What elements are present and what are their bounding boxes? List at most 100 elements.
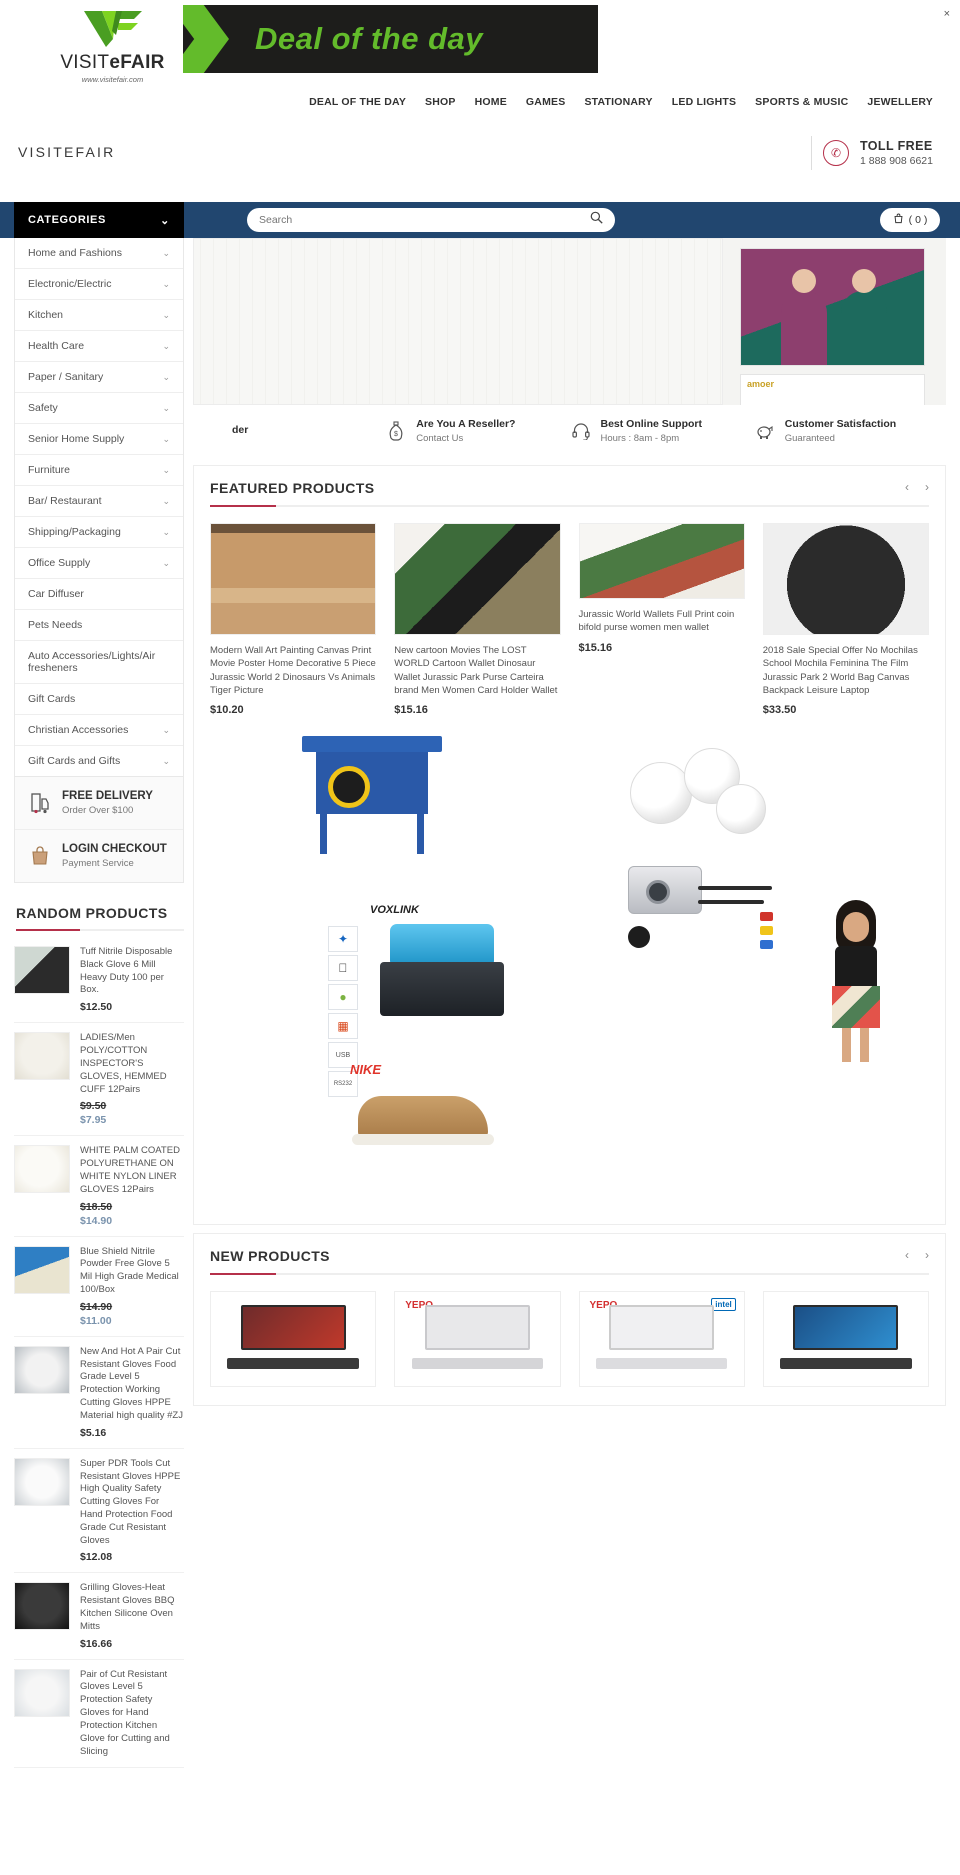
nav-item-led-lights[interactable]: LED LIGHTS [672,92,736,110]
carousel-prev-button[interactable]: ‹ [905,480,909,494]
paper-rolls-image[interactable] [630,740,770,846]
truck-icon [201,419,223,443]
carousel-next-button[interactable]: › [925,480,929,494]
chevron-down-icon[interactable]: ⌄ [162,558,170,569]
sidebar-item-furniture[interactable]: Furniture ⌄ [15,455,183,486]
hero-tile-uniforms[interactable] [740,248,925,366]
close-icon[interactable]: × [944,8,950,20]
promo-login-checkout[interactable]: LOGIN CHECKOUT Payment Service [15,830,183,882]
nav-link[interactable]: STATIONARY [584,96,652,108]
shoe-sole [352,1134,494,1146]
carousel-next-button[interactable]: › [925,1248,929,1262]
product-card[interactable]: 2018 Sale Special Offer No Mochilas Scho… [762,523,929,716]
chevron-down-icon[interactable]: ⌄ [162,403,170,414]
list-item[interactable]: LADIES/Men POLY/COTTON INSPECTOR'S GLOVE… [14,1023,184,1137]
category-label: Bar/ Restaurant [28,495,102,507]
chevron-down-icon[interactable]: ⌄ [162,279,170,290]
nav-item-stationary[interactable]: STATIONARY [584,92,652,110]
sidebar-item-gift-cards-and-gifts[interactable]: Gift Cards and Gifts ⌄ [15,746,183,776]
nav-link[interactable]: LED LIGHTS [672,96,736,108]
category-label: Furniture [28,464,71,476]
list-item[interactable]: Tuff Nitrile Disposable Black Glove 6 Mi… [14,937,184,1024]
product-card[interactable]: Jurassic World Wallets Full Print coin b… [578,523,745,716]
search-icon[interactable] [590,211,603,229]
product-title: Modern Wall Art Painting Canvas Print Mo… [210,645,376,696]
product-card[interactable] [210,1291,377,1388]
hero-tile-jewellery[interactable]: amoer [740,374,925,405]
product-card[interactable]: New cartoon Movies The LOST WORLD Cartoo… [394,523,561,716]
promo-free-delivery[interactable]: FREE DELIVERY Order Over $100 [15,777,183,830]
product-sale-price: $11.00 [80,1314,112,1327]
chevron-down-icon[interactable]: ⌄ [162,434,170,445]
product-thumbnail [14,1145,70,1194]
sidebar-item-safety[interactable]: Safety ⌄ [15,393,183,424]
sidebar-item-home-and-fashions[interactable]: Home and Fashions ⌄ [15,238,183,269]
toll-free-block[interactable]: ✆ TOLL FREE 1 888 908 6621 [811,136,933,170]
hero-banner[interactable]: amoer [193,238,946,405]
nav-item-jewellery[interactable]: JEWELLERY [867,92,933,110]
service-title: Are You A Reseller? [416,418,516,430]
product-card[interactable]: Modern Wall Art Painting Canvas Print Mo… [210,523,377,716]
product-card[interactable]: YEPO intel [578,1291,745,1388]
sidebar-item-car-diffuser[interactable]: Car Diffuser [15,579,183,610]
sidebar-item-health-care[interactable]: Health Care ⌄ [15,331,183,362]
laptop-screen [793,1305,899,1351]
list-item[interactable]: Blue Shield Nitrile Powder Free Glove 5 … [14,1237,184,1337]
search-box[interactable] [247,208,615,232]
camera-with-cables-image[interactable] [610,860,790,976]
nav-link[interactable]: SHOP [425,96,456,108]
cart-button[interactable]: ( 0 ) [880,208,940,232]
site-logo[interactable]: VISITeFAIR www.visitefair.com [55,8,170,84]
list-item[interactable]: WHITE PALM COATED POLYURETHANE ON WHITE … [14,1136,184,1237]
nav-link[interactable]: SPORTS & MUSIC [755,96,848,108]
list-item[interactable]: Grilling Gloves-Heat Resistant Gloves BB… [14,1573,184,1660]
search-input[interactable] [259,214,590,226]
model-top [835,946,877,989]
nav-item-sports-music[interactable]: SPORTS & MUSIC [755,92,848,110]
product-card[interactable] [762,1291,929,1388]
bluetooth-printer-image[interactable]: VOXLINK ✦  ● ▦ USB RS232 [328,904,530,1098]
deal-of-the-day-banner[interactable]: Deal of the day [183,5,598,73]
chevron-down-icon[interactable]: ⌄ [162,496,170,507]
sidebar-item-senior-home-supply[interactable]: Senior Home Supply ⌄ [15,424,183,455]
sidebar-item-shipping-packaging[interactable]: Shipping/Packaging ⌄ [15,517,183,548]
carousel-prev-button[interactable]: ‹ [905,1248,909,1262]
promo-subtitle: Order Over $100 [62,805,134,816]
sneaker-image[interactable]: NIKE [350,1062,510,1156]
sidebar-item-bar-restaurant[interactable]: Bar/ Restaurant ⌄ [15,486,183,517]
nav-link[interactable]: HOME [475,96,507,108]
list-item[interactable]: Pair of Cut Resistant Gloves Level 5 Pro… [14,1660,184,1769]
chevron-down-icon[interactable]: ⌄ [162,372,170,383]
nav-link[interactable]: JEWELLERY [867,96,933,108]
category-label: Auto Accessories/Lights/Air fresheners [28,650,156,674]
nav-item-deal-of-the-day[interactable]: DEAL OF THE DAY [309,92,406,110]
list-item[interactable]: Super PDR Tools Cut Resistant Gloves HPP… [14,1449,184,1574]
sidebar-item-auto-accessories[interactable]: Auto Accessories/Lights/Air fresheners [15,641,183,684]
nav-link[interactable]: DEAL OF THE DAY [309,96,406,108]
nav-link[interactable]: GAMES [526,96,566,108]
chevron-down-icon[interactable]: ⌄ [162,725,170,736]
sidebar-item-electronic-electric[interactable]: Electronic/Electric ⌄ [15,269,183,300]
nav-item-shop[interactable]: SHOP [425,92,456,110]
sidebar-item-christian-accessories[interactable]: Christian Accessories ⌄ [15,715,183,746]
chevron-down-icon[interactable]: ⌄ [162,756,170,767]
sidebar-item-office-supply[interactable]: Office Supply ⌄ [15,548,183,579]
nav-item-games[interactable]: GAMES [526,92,566,110]
chevron-down-icon[interactable]: ⌄ [162,310,170,321]
sidebar-item-gift-cards[interactable]: Gift Cards [15,684,183,715]
product-card[interactable]: YEPO [394,1291,561,1388]
chevron-down-icon[interactable]: ⌄ [162,465,170,476]
strapping-machine-image[interactable] [302,736,442,856]
logo-v-mark-icon [55,8,170,50]
chevron-down-icon[interactable]: ⌄ [162,248,170,259]
sidebar-item-pets-needs[interactable]: Pets Needs [15,610,183,641]
chevron-down-icon[interactable]: ⌄ [162,341,170,352]
sidebar-item-kitchen[interactable]: Kitchen ⌄ [15,300,183,331]
fashion-model-image[interactable] [810,900,900,1063]
list-item[interactable]: New And Hot A Pair Cut Resistant Gloves … [14,1337,184,1449]
sidebar-item-paper-sanitary[interactable]: Paper / Sanitary ⌄ [15,362,183,393]
chevron-down-icon[interactable]: ⌄ [162,527,170,538]
categories-dropdown-toggle[interactable]: CATEGORIES ⌄ [14,202,184,238]
service-reseller[interactable]: $ Are You A Reseller? Contact Us [385,418,569,444]
nav-item-home[interactable]: HOME [475,92,507,110]
